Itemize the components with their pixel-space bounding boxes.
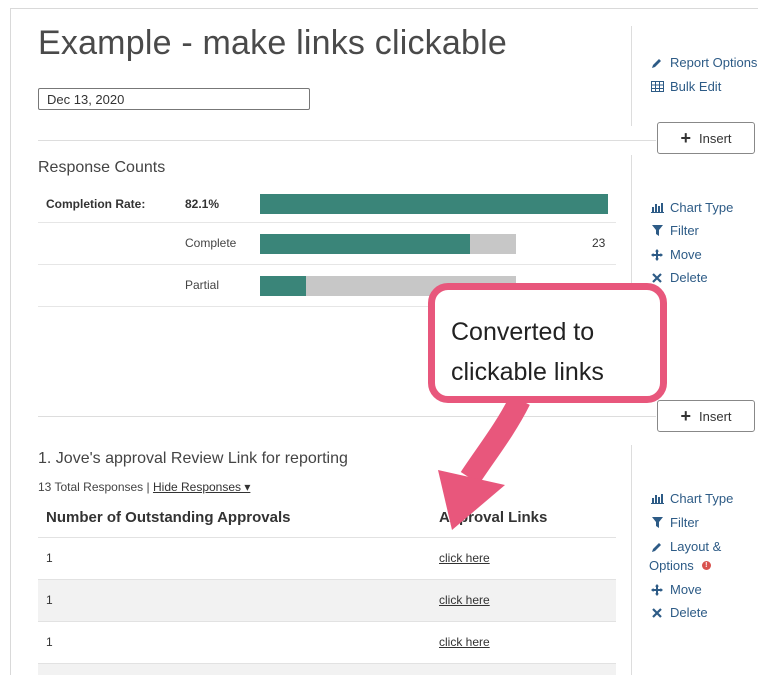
annotation-callout: Converted to clickable links [428,283,667,403]
callout-line-2: clickable links [451,358,604,386]
callout-line-1: Converted to [451,318,595,346]
